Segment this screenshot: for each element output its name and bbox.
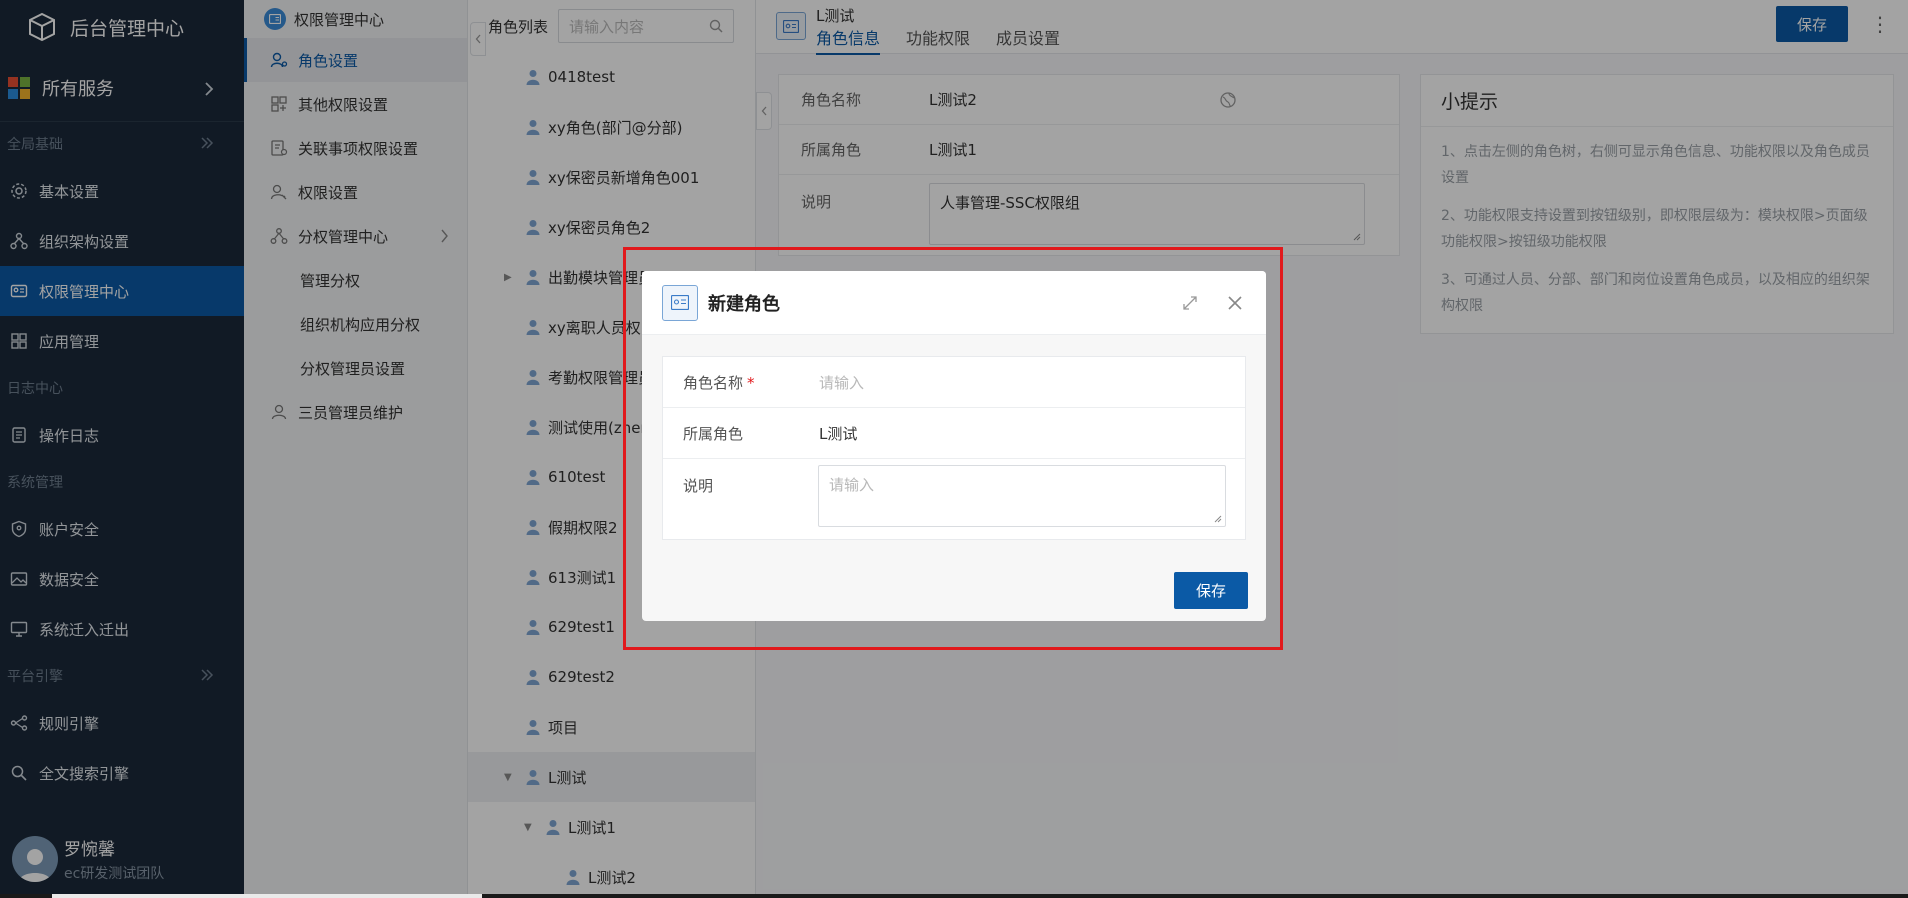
field-label: 所属角色	[683, 424, 744, 443]
role-name-input[interactable]: 请输入	[819, 362, 1219, 402]
parent-role-value: L测试	[819, 424, 858, 443]
resize-handle-icon	[1214, 515, 1222, 523]
dialog-title: 新建角色	[708, 293, 780, 315]
new-role-form: 角色名称 * 请输入 所属角色 L测试 说明 请输入	[662, 356, 1246, 540]
field-label: 说明	[683, 477, 714, 495]
close-icon[interactable]	[1226, 294, 1244, 312]
bottom-edge-strip	[0, 894, 1908, 898]
new-role-dialog: 新建角色 角色名称 * 请输入 所属角色 L测试 说明 请输入 保存	[642, 271, 1266, 621]
id-card-icon	[662, 284, 698, 321]
dialog-header: 新建角色	[642, 271, 1266, 335]
form-row-parent: 所属角色 L测试	[663, 408, 1245, 459]
dialog-save-button[interactable]: 保存	[1174, 572, 1248, 609]
required-mark: *	[747, 373, 755, 392]
form-row-name: 角色名称 * 请输入	[663, 357, 1245, 408]
textarea-placeholder: 请输入	[829, 476, 875, 494]
field-label: 角色名称 *	[663, 372, 819, 393]
expand-icon[interactable]	[1182, 295, 1198, 311]
input-placeholder: 请输入	[819, 373, 865, 392]
description-textarea[interactable]: 请输入	[818, 465, 1226, 527]
role-name-label: 角色名称	[683, 373, 744, 392]
form-row-desc: 说明 请输入	[663, 459, 1245, 539]
